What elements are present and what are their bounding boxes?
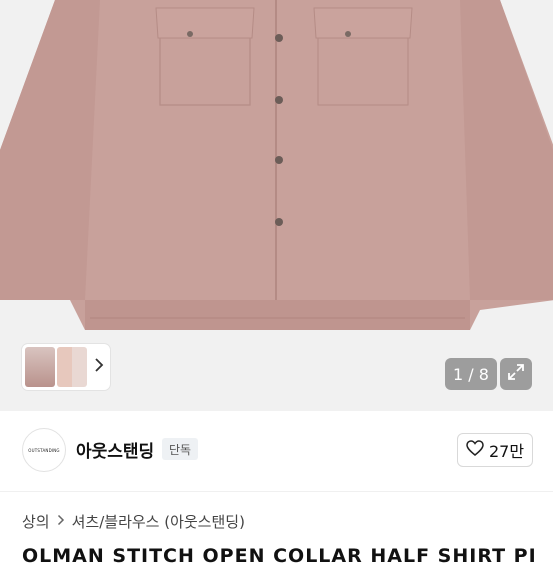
thumbnail-1[interactable]	[25, 347, 55, 387]
thumbnail-strip[interactable]	[22, 344, 110, 390]
exclusive-badge: 단독	[162, 438, 199, 460]
breadcrumb: 상의 셔츠/블라우스 (아웃스탠딩)	[22, 511, 245, 532]
breadcrumb-item-category[interactable]: 상의	[22, 511, 50, 532]
product-image-gallery[interactable]: 1 / 8	[0, 0, 553, 411]
shop-logo-text: OUTSTANDING	[28, 447, 60, 453]
like-count: 27만	[488, 442, 525, 461]
divider	[0, 491, 553, 492]
chevron-right-icon	[57, 514, 65, 530]
breadcrumb-item-subcategory[interactable]: 셔츠/블라우스 (아웃스탠딩)	[72, 511, 245, 532]
like-button[interactable]: 27만	[457, 433, 533, 467]
image-counter: 1 / 8	[445, 358, 497, 390]
expand-button[interactable]	[500, 358, 532, 390]
heart-icon	[466, 440, 484, 460]
thumbnail-2[interactable]	[57, 347, 87, 387]
expand-icon	[507, 363, 525, 385]
shop-logo[interactable]: OUTSTANDING	[22, 428, 66, 472]
shop-name[interactable]: 아웃스탠딩	[76, 437, 154, 462]
product-title: OLMAN STITCH OPEN COLLAR HALF SHIRT PI	[22, 545, 537, 567]
chevron-right-icon[interactable]	[94, 357, 104, 377]
